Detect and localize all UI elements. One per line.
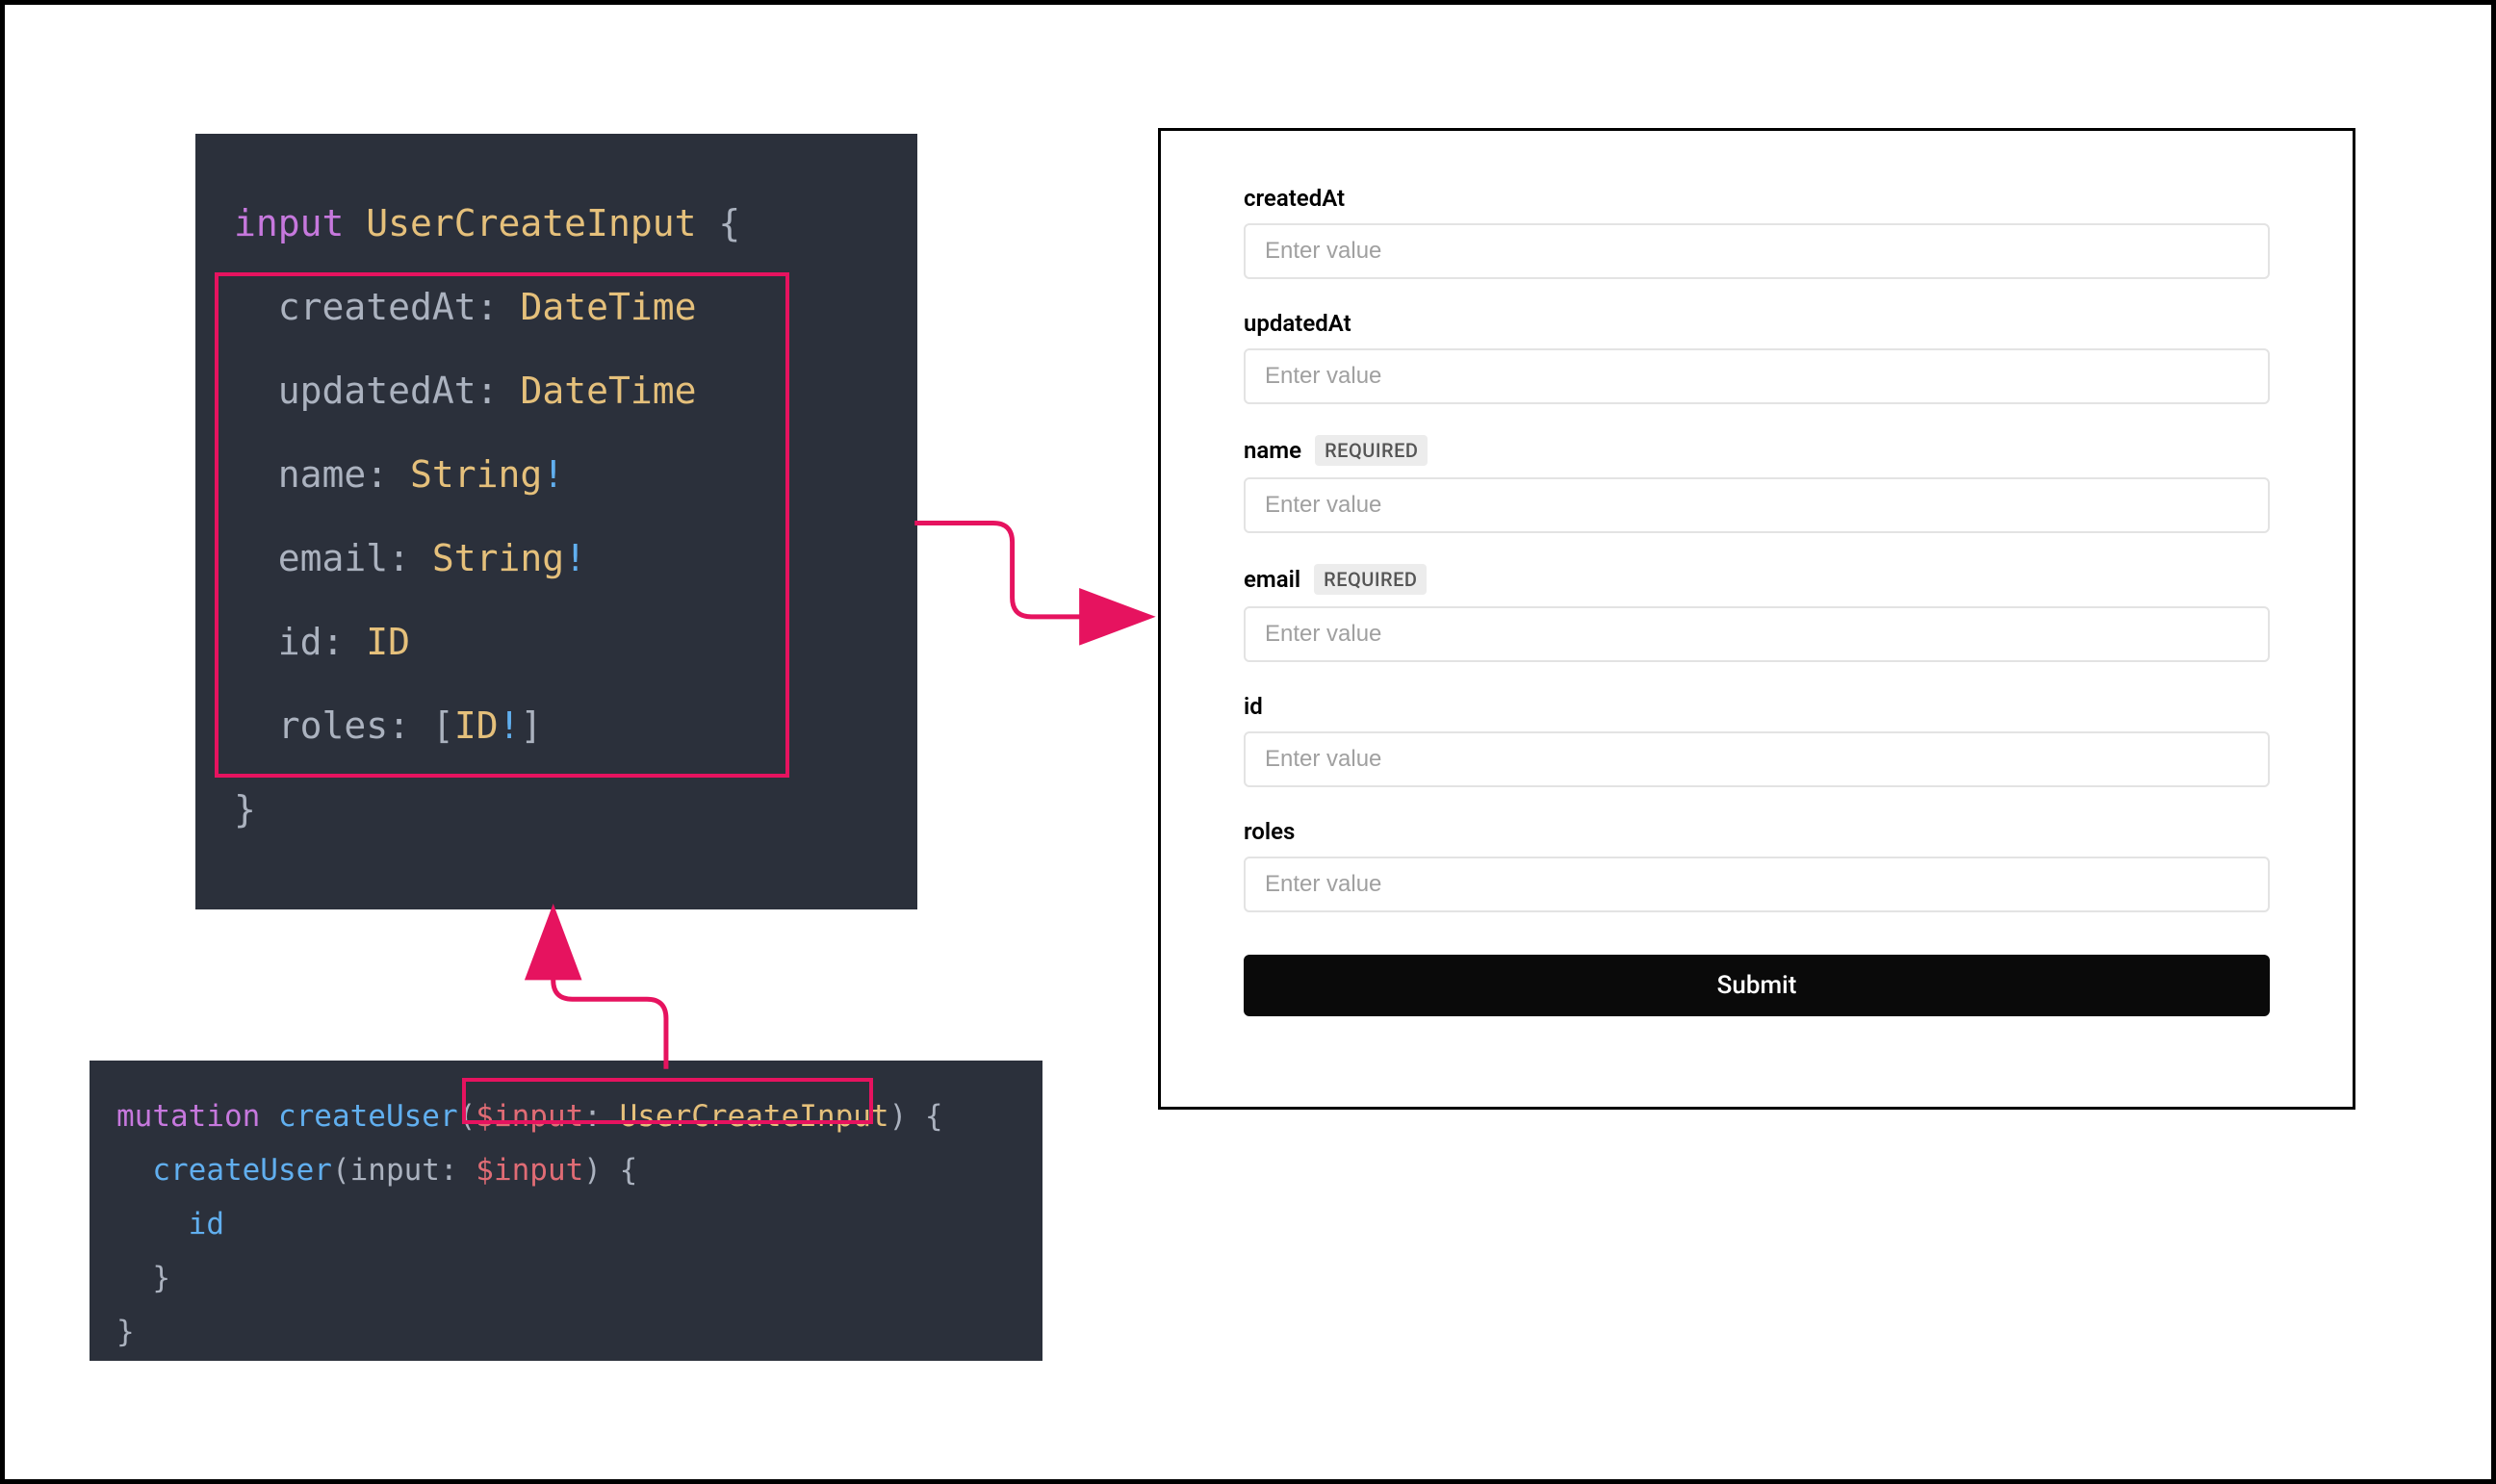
field-label: createdAt [1244, 185, 2270, 212]
field-label-text: name [1244, 437, 1301, 464]
email-input[interactable] [1244, 606, 2270, 662]
submit-button[interactable]: Submit [1244, 955, 2270, 1016]
field-roles: roles [278, 704, 388, 747]
form-field-updatedAt: updatedAt [1244, 310, 2270, 404]
field-updatedAt: updatedAt [278, 370, 476, 412]
field-call: createUser [152, 1153, 332, 1188]
updatedAt-input[interactable] [1244, 348, 2270, 404]
roles-input[interactable] [1244, 857, 2270, 912]
field-createdAt: createdAt [278, 286, 476, 328]
brace-close: } [234, 788, 256, 831]
id-input[interactable] [1244, 731, 2270, 787]
arg-key: input [350, 1153, 440, 1188]
form-field-name: name REQUIRED [1244, 435, 2270, 533]
field-label: updatedAt [1244, 310, 2270, 337]
field-email: email [278, 537, 388, 579]
type-name: UserCreateInput [366, 202, 696, 244]
generated-form-panel: createdAt updatedAt name REQUIRED email REQUI… [1158, 128, 2355, 1110]
field-label: name REQUIRED [1244, 435, 2270, 466]
createdAt-input[interactable] [1244, 223, 2270, 279]
field-label-text: id [1244, 693, 1263, 720]
field-id: id [278, 621, 322, 663]
required-badge: REQUIRED [1314, 564, 1427, 595]
keyword-mutation: mutation [116, 1099, 260, 1134]
field-label-text: roles [1244, 818, 1295, 845]
arg-val: $input [476, 1153, 583, 1188]
arrow-fields-to-form [914, 523, 1145, 616]
form-field-email: email REQUIRED [1244, 564, 2270, 662]
field-label-text: createdAt [1244, 185, 1345, 212]
brace-open: { [696, 202, 740, 244]
form-field-id: id [1244, 693, 2270, 787]
required-badge: REQUIRED [1315, 435, 1428, 466]
field-label: id [1244, 693, 2270, 720]
field-label-text: email [1244, 566, 1300, 593]
operation-name: createUser [278, 1099, 458, 1134]
form-field-createdAt: createdAt [1244, 185, 2270, 279]
code-block-input-type: input UserCreateInput { createdAt: DateT… [195, 134, 917, 909]
diagram-frame: input UserCreateInput { createdAt: DateT… [0, 0, 2496, 1484]
field-label: roles [1244, 818, 2270, 845]
name-input[interactable] [1244, 477, 2270, 533]
arrow-mutation-to-input [553, 913, 666, 1069]
keyword-input: input [234, 202, 344, 244]
selection-field: id [189, 1207, 224, 1241]
submit-button-label: Submit [1717, 971, 1797, 1000]
field-name: name [278, 453, 367, 496]
code-block-mutation: mutation createUser($input: UserCreateIn… [90, 1061, 1042, 1361]
field-label-text: updatedAt [1244, 310, 1351, 337]
form-field-roles: roles [1244, 818, 2270, 912]
field-label: email REQUIRED [1244, 564, 2270, 595]
variable-type: UserCreateInput [620, 1099, 889, 1134]
variable-name: $input [476, 1099, 583, 1134]
